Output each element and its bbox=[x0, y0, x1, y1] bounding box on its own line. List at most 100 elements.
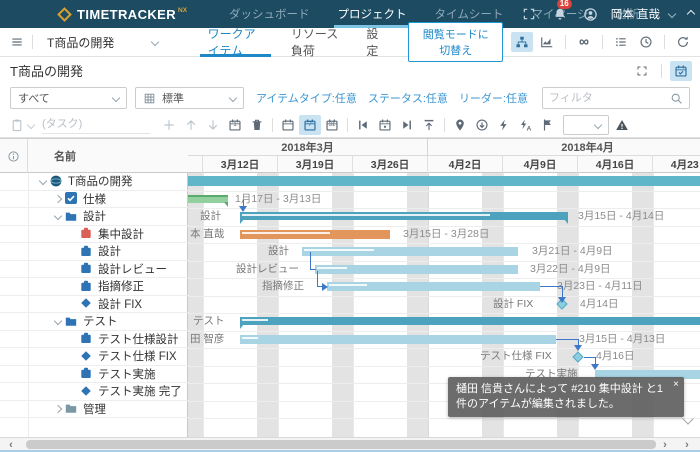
gantt-bar-指摘修正[interactable] bbox=[327, 282, 540, 291]
scroll-down-chevron-icon[interactable] bbox=[682, 413, 693, 424]
layout-dropdown[interactable]: 標準 bbox=[135, 87, 244, 109]
week-header-cell bbox=[188, 156, 203, 173]
calendar-blank-icon[interactable] bbox=[277, 115, 299, 135]
tree-row[interactable]: テスト実施 完了 bbox=[0, 383, 188, 401]
search-icon[interactable] bbox=[670, 92, 683, 105]
bolt-icon[interactable] bbox=[493, 115, 515, 135]
nav-item-ダッシュボード[interactable]: ダッシュボード bbox=[215, 0, 324, 28]
tree-item-label: 設計 FIX bbox=[98, 296, 142, 312]
calendar-today-icon[interactable] bbox=[374, 115, 396, 135]
tree-row[interactable]: 設計 bbox=[0, 243, 188, 261]
warning-icon[interactable] bbox=[611, 115, 633, 135]
tab-設定[interactable]: 設定 bbox=[352, 28, 396, 57]
tree-row[interactable]: 管理 bbox=[0, 401, 188, 419]
new-item-chevron-icon[interactable] bbox=[27, 120, 35, 128]
tree-row[interactable]: 設計 bbox=[0, 208, 188, 226]
gantt-view-icon[interactable] bbox=[511, 32, 533, 52]
expander-open-icon[interactable] bbox=[51, 318, 65, 324]
circle-down-icon[interactable] bbox=[471, 115, 493, 135]
tree-row[interactable]: 仕様 bbox=[0, 191, 188, 209]
gantt-bar-設計[interactable] bbox=[302, 247, 518, 256]
user-menu-chevron-icon[interactable] bbox=[668, 10, 676, 18]
baseline-dropdown[interactable] bbox=[563, 115, 609, 135]
title-row: T商品の開発 bbox=[0, 57, 700, 84]
tree-item-label: T商品の開発 bbox=[68, 173, 133, 189]
menu-hamburger-icon[interactable] bbox=[6, 32, 28, 52]
expand-panel-icon[interactable] bbox=[631, 61, 653, 81]
user-name[interactable]: 岡本 直哉 bbox=[611, 6, 660, 22]
fullscreen-icon[interactable] bbox=[518, 4, 540, 24]
calendar-month-icon[interactable]: 31 bbox=[321, 115, 343, 135]
refresh-icon[interactable] bbox=[672, 32, 694, 52]
tree-row[interactable]: 設計 FIX bbox=[0, 296, 188, 314]
skip-to-end-icon[interactable] bbox=[396, 115, 418, 135]
move-down-icon[interactable] bbox=[202, 115, 224, 135]
top-nav-right: 16 岡本 直哉 bbox=[518, 0, 694, 28]
move-up-icon[interactable] bbox=[180, 115, 202, 135]
gantt-bar-T商品の開発[interactable] bbox=[188, 176, 700, 186]
expander-closed-icon[interactable] bbox=[51, 406, 65, 412]
gantt-label: 設計レビュー bbox=[236, 261, 299, 279]
view-mode-button[interactable]: 閲覧モードに切替え bbox=[408, 22, 503, 62]
tab-リソース負荷[interactable]: リソース負荷 bbox=[277, 28, 353, 57]
add-icon[interactable] bbox=[158, 115, 180, 135]
grid-icon bbox=[143, 92, 156, 105]
tree-row[interactable]: 集中設計 bbox=[0, 226, 188, 244]
collapse-up-chevron-icon[interactable] bbox=[687, 10, 695, 18]
tree-row[interactable]: T商品の開発 bbox=[0, 173, 188, 191]
edit-notification-tooltip: 樋田 信貴さんによって #210 集中設計 と1件のアイテムが編集されました。× bbox=[448, 377, 684, 417]
expander-open-icon[interactable] bbox=[51, 213, 65, 219]
link-infinity-icon[interactable] bbox=[573, 32, 595, 52]
tooltip-close-icon[interactable]: × bbox=[673, 380, 679, 390]
map-pin-icon[interactable] bbox=[449, 115, 471, 135]
scrollbar-thumb[interactable] bbox=[26, 440, 656, 449]
nav-item-プロジェクト[interactable]: プロジェクト bbox=[324, 0, 421, 28]
gantt-bar-設計[interactable] bbox=[240, 212, 568, 220]
calendar-day-icon[interactable]: 1 bbox=[224, 115, 246, 135]
notifications-bell-icon[interactable]: 16 bbox=[549, 4, 571, 24]
bolt-auto-icon[interactable] bbox=[515, 115, 537, 135]
list-view-icon[interactable] bbox=[610, 32, 632, 52]
gantt-bar-仕様[interactable] bbox=[188, 195, 228, 203]
scope-dropdown[interactable]: すべて bbox=[10, 87, 127, 109]
tree-row[interactable]: 設計レビュー bbox=[0, 261, 188, 279]
gantt-bar-テスト[interactable] bbox=[240, 317, 700, 325]
filter-input[interactable] bbox=[549, 92, 670, 104]
gantt-chart-body[interactable]: 1月17日 - 3月13日設計3月15日 - 4月14日本 直哉3月15日 - … bbox=[188, 173, 700, 438]
gantt-bar-テスト仕様設計[interactable] bbox=[240, 335, 556, 344]
expander-open-icon[interactable] bbox=[36, 178, 50, 184]
gantt-bar-集中設計[interactable] bbox=[240, 230, 390, 239]
filter-link[interactable]: ステータス:任意 bbox=[368, 90, 448, 106]
info-column-header[interactable] bbox=[0, 139, 28, 173]
filter-link[interactable]: リーダー:任意 bbox=[459, 90, 528, 106]
user-avatar-icon[interactable] bbox=[580, 4, 602, 24]
chart-view-icon[interactable] bbox=[536, 32, 558, 52]
filter-link[interactable]: アイテムタイプ:任意 bbox=[256, 90, 357, 106]
gantt-grid: 名前 T商品の開発仕様設計集中設計設計設計レビュー指摘修正設計 FIXテストテス… bbox=[0, 138, 700, 437]
tree-row[interactable]: テスト仕様設計 bbox=[0, 331, 188, 349]
tree-row[interactable]: テスト仕様 FIX bbox=[0, 348, 188, 366]
delete-trash-icon[interactable] bbox=[246, 115, 268, 135]
chevron-down-icon bbox=[112, 94, 120, 102]
tab-ワークアイテム[interactable]: ワークアイテム bbox=[194, 28, 277, 57]
new-task-input[interactable] bbox=[42, 116, 150, 134]
gantt-bar-設計レビュー[interactable] bbox=[315, 265, 518, 274]
tree-row[interactable]: テスト実施 bbox=[0, 366, 188, 384]
flag-icon[interactable] bbox=[537, 115, 559, 135]
filter-row: すべて 標準 アイテムタイプ:任意ステータス:任意リーダー:任意 bbox=[0, 84, 700, 112]
milestone-icon bbox=[80, 350, 93, 363]
app-logo[interactable]: TIMETRACKER NX bbox=[57, 7, 187, 22]
calendar-week-icon[interactable]: 7 bbox=[299, 115, 321, 135]
clock-icon[interactable] bbox=[635, 32, 657, 52]
new-item-clipboard-icon[interactable] bbox=[6, 115, 28, 135]
scroll-to-task-icon[interactable] bbox=[418, 115, 440, 135]
project-selector[interactable]: T商品の開発 bbox=[41, 34, 164, 51]
connector-line bbox=[556, 339, 578, 340]
tree-row[interactable]: テスト bbox=[0, 313, 188, 331]
skip-to-start-icon[interactable] bbox=[352, 115, 374, 135]
milestone-icon bbox=[80, 385, 93, 398]
expander-closed-icon[interactable] bbox=[51, 196, 65, 202]
tree-row[interactable]: 指摘修正 bbox=[0, 278, 188, 296]
name-column-header[interactable]: 名前 bbox=[28, 139, 188, 173]
calendar-check-icon[interactable] bbox=[670, 61, 692, 81]
